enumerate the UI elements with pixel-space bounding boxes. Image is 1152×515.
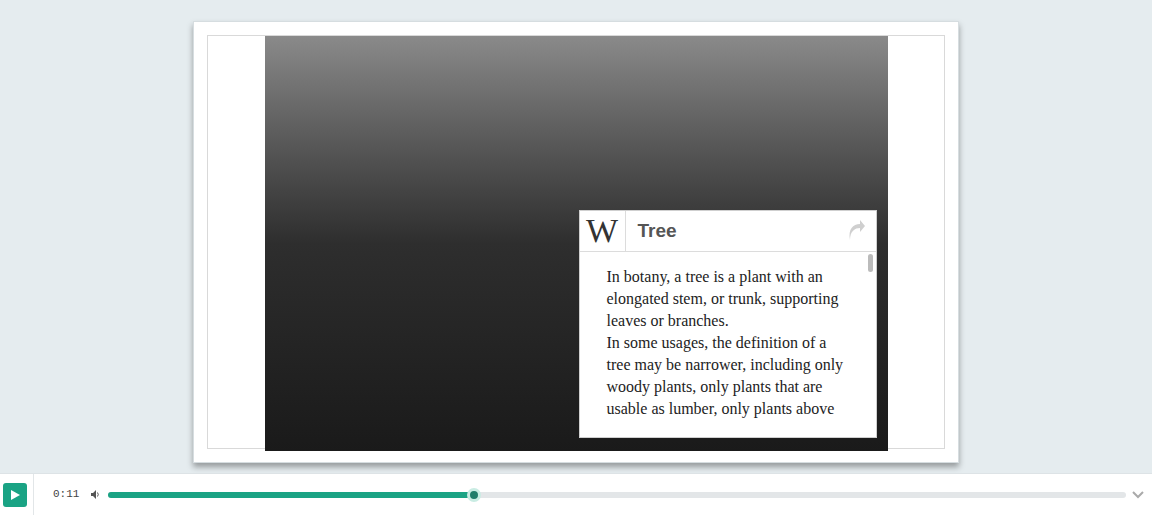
share-icon[interactable] bbox=[846, 220, 866, 242]
popup-paragraph: In botany, a tree is a plant with an elo… bbox=[607, 266, 850, 332]
play-button[interactable] bbox=[3, 483, 27, 507]
popup-paragraph: In some usages, the definition of a tree… bbox=[607, 332, 850, 420]
player-bar: 0:11 bbox=[0, 473, 1152, 515]
seek-track[interactable] bbox=[108, 492, 1126, 498]
chevron-down-icon[interactable] bbox=[1132, 491, 1144, 499]
slide-card: W Tree In botany, a tree is a plant with… bbox=[193, 21, 959, 463]
seek-fill bbox=[108, 492, 474, 498]
popup-header: W Tree bbox=[580, 211, 876, 252]
scrollbar[interactable] bbox=[868, 254, 873, 272]
time-display: 0:11 bbox=[53, 486, 83, 503]
forest-photo: W Tree In botany, a tree is a plant with… bbox=[265, 36, 888, 451]
volume-icon[interactable] bbox=[91, 490, 100, 499]
slide-frame: W Tree In botany, a tree is a plant with… bbox=[207, 35, 945, 449]
wikipedia-popup[interactable]: W Tree In botany, a tree is a plant with… bbox=[579, 210, 877, 438]
wikipedia-logo: W bbox=[580, 211, 626, 251]
popup-body: In botany, a tree is a plant with an elo… bbox=[580, 252, 876, 420]
play-icon[interactable] bbox=[10, 490, 20, 500]
popup-title: Tree bbox=[626, 217, 846, 246]
seek-knob[interactable] bbox=[467, 488, 481, 502]
